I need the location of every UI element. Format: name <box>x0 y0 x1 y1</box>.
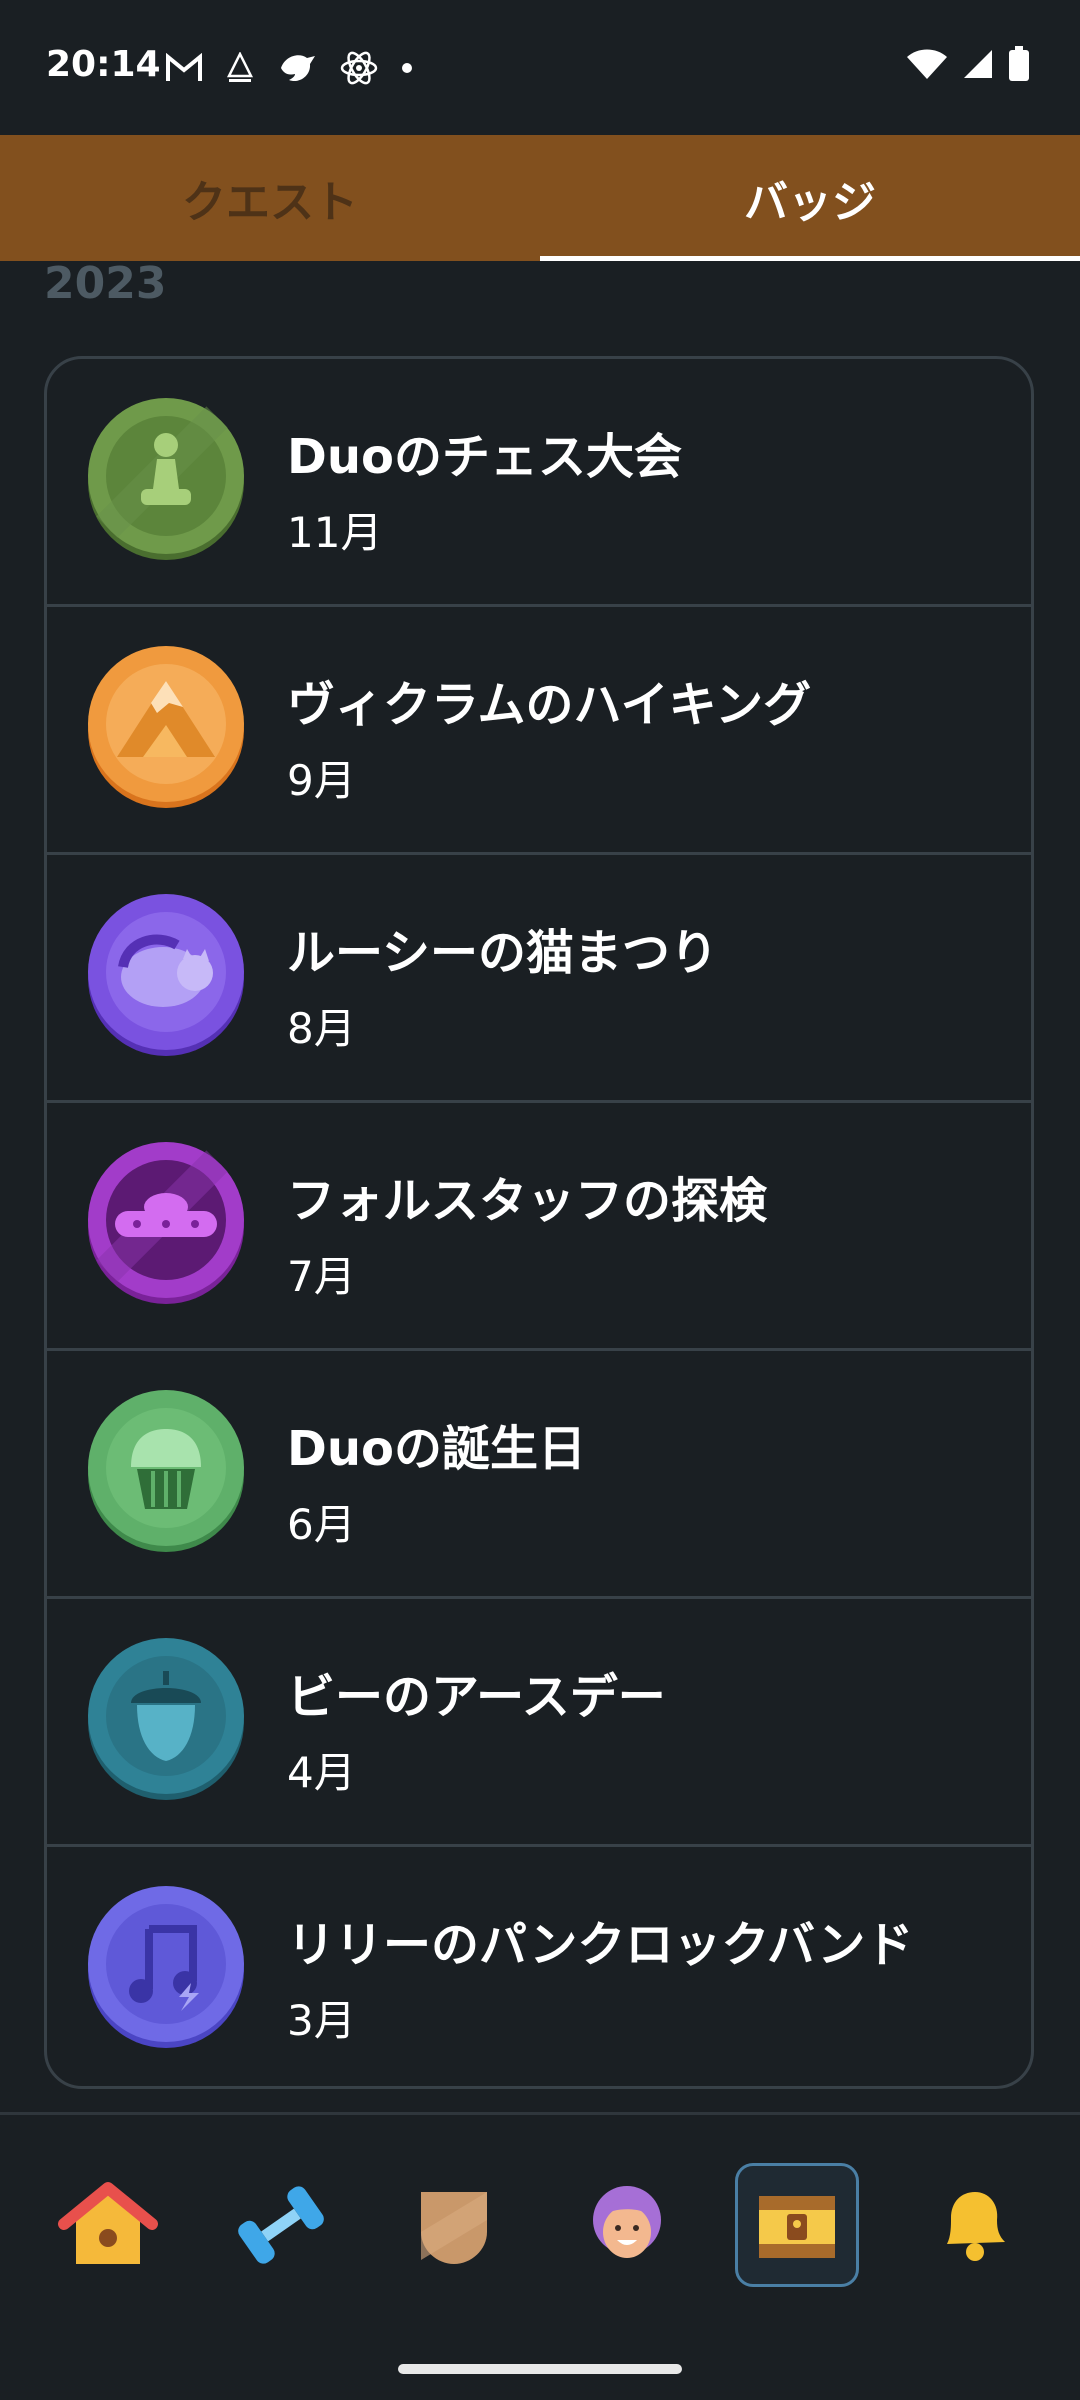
tab-quests[interactable]: クエスト <box>0 135 540 261</box>
dot-icon <box>402 63 412 73</box>
mountain-badge-icon <box>88 646 244 808</box>
acorn-badge-icon <box>88 1638 244 1800</box>
badge-title: リリーのパンクロックバンド <box>287 1917 914 1973</box>
badge-title: Duoのチェス大会 <box>287 429 682 485</box>
battery-icon <box>1009 46 1029 81</box>
badge-month: 3月 <box>287 1996 356 2045</box>
badge-row[interactable]: フォルスタッフの探検 7月 <box>47 1103 1031 1351</box>
badge-row[interactable]: ヴィクラムのハイキング 9月 <box>47 607 1031 855</box>
badge-title: フォルスタッフの探検 <box>287 1173 768 1229</box>
badge-row[interactable]: Duoのチェス大会 11月 <box>47 359 1031 607</box>
league-shield-icon <box>421 2192 487 2264</box>
status-bar: 20:14 <box>0 0 1080 135</box>
cat-badge-icon <box>88 894 244 1056</box>
nav-profile[interactable] <box>565 2163 689 2287</box>
tab-selected-indicator <box>540 256 1080 261</box>
bottom-navigation <box>0 2115 1080 2315</box>
notification-icons <box>165 48 413 88</box>
gmail-icon <box>166 53 202 81</box>
tab-badges[interactable]: バッジ <box>540 135 1080 261</box>
nav-shop[interactable] <box>735 2163 859 2287</box>
badge-row[interactable]: リリーのパンクロックバンド 3月 <box>47 1847 1031 2086</box>
badge-month: 9月 <box>287 756 356 805</box>
badge-month: 6月 <box>287 1500 356 1549</box>
badge-title: Duoの誕生日 <box>287 1421 586 1477</box>
nav-notifications[interactable] <box>910 2163 1034 2287</box>
nav-home[interactable] <box>46 2163 170 2287</box>
bird-icon <box>281 55 315 82</box>
badge-row[interactable]: ルーシーの猫まつり 8月 <box>47 855 1031 1103</box>
badge-month: 11月 <box>287 508 383 557</box>
badge-title: ルーシーの猫まつり <box>287 925 719 981</box>
badge-month: 7月 <box>287 1252 356 1301</box>
year-heading: 2023 <box>44 258 167 309</box>
treasure-chest-icon <box>759 2196 835 2258</box>
home-indicator[interactable] <box>398 2364 682 2374</box>
tab-bar: クエスト バッジ <box>0 135 1080 261</box>
atom-app-icon <box>226 52 254 82</box>
music-note-badge-icon <box>88 1886 244 2048</box>
badge-row[interactable]: Duoの誕生日 6月 <box>47 1351 1031 1599</box>
atom-icon <box>340 51 378 85</box>
nav-leagues[interactable] <box>392 2163 516 2287</box>
badge-title: ビーのアースデー <box>287 1669 666 1725</box>
badge-month: 8月 <box>287 1004 356 1053</box>
badge-list: Duoのチェス大会 11月 ヴィクラムのハイキング 9月 ルーシーの猫まつり 8… <box>44 356 1034 2089</box>
nav-practice[interactable] <box>219 2163 343 2287</box>
ufo-badge-icon <box>88 1142 244 1304</box>
system-icons <box>906 46 1030 82</box>
badge-month: 4月 <box>287 1748 356 1797</box>
home-icon <box>58 2182 158 2264</box>
badge-title: ヴィクラムのハイキング <box>287 677 812 733</box>
wifi-icon <box>907 49 947 79</box>
status-time: 20:14 <box>46 44 161 85</box>
cupcake-badge-icon <box>88 1390 244 1552</box>
notifications-bell-icon <box>947 2192 1005 2261</box>
practice-dumbbell-icon <box>238 2186 324 2264</box>
profile-avatar-icon <box>593 2186 661 2258</box>
badge-row[interactable]: ビーのアースデー 4月 <box>47 1599 1031 1847</box>
signal-icon <box>964 50 992 78</box>
chess-pawn-badge-icon <box>88 398 244 560</box>
